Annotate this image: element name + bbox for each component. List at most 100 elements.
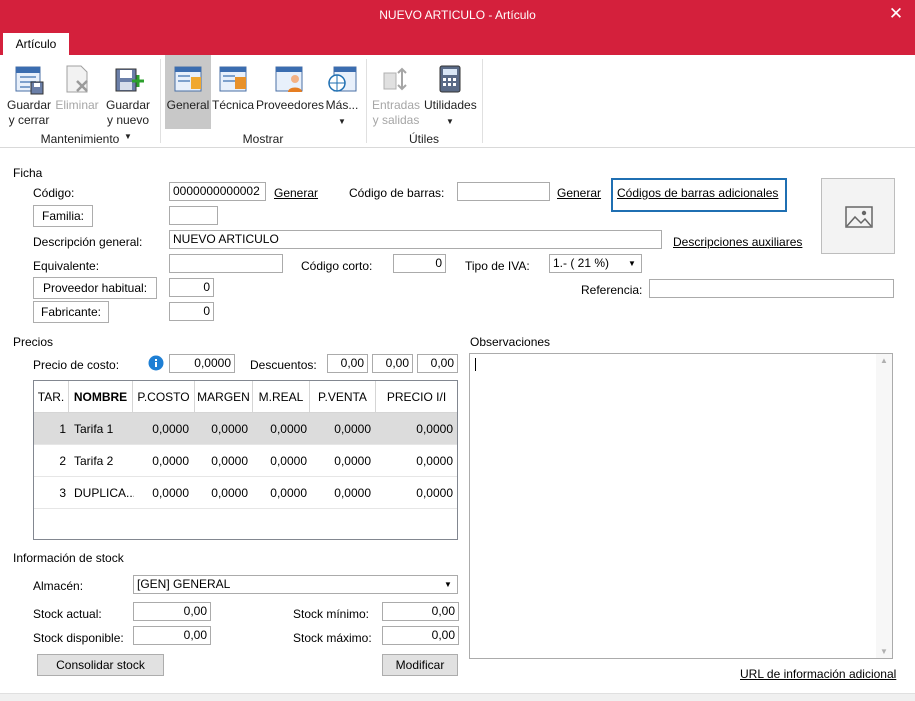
proveedor-input[interactable]: 0 [169, 278, 214, 297]
group-label-mostrar: Mostrar [242, 132, 284, 146]
cell-pventa: 0,0000 [334, 454, 371, 468]
descuento-2-input[interactable]: 0,00 [372, 354, 413, 373]
descripciones-auxiliares-link[interactable]: Descripciones auxiliares [673, 235, 802, 249]
codigo-barras-label: Código de barras: [349, 186, 445, 200]
fabricante-input[interactable]: 0 [169, 302, 214, 321]
save-close-label-1: Guardar [6, 98, 52, 112]
stock-actual-input[interactable]: 0,00 [133, 602, 211, 621]
stock-disponible-input[interactable]: 0,00 [133, 626, 211, 645]
section-stock: Información de stock [13, 551, 124, 565]
text-caret [475, 358, 476, 371]
descuento-1-input[interactable]: 0,00 [327, 354, 368, 373]
save-new-label-2: y nuevo [106, 113, 150, 127]
group-separator [160, 59, 161, 143]
column-header-precio-ii[interactable]: PRECIO I/I [376, 381, 457, 413]
chevron-down-icon: ▼ [446, 117, 454, 126]
column-header-tar[interactable]: TAR. [34, 381, 69, 413]
referencia-input[interactable] [649, 279, 894, 298]
cell-pcosto: 0,0000 [152, 454, 189, 468]
suppliers-label: Proveedores [256, 98, 325, 112]
in-out-button[interactable]: Entradas y salidas [370, 55, 422, 128]
table-row[interactable]: 1 Tarifa 1 0,0000 0,0000 0,0000 0,0000 0… [34, 413, 457, 445]
save-new-icon [115, 68, 144, 92]
save-close-button[interactable]: Guardar y cerrar [6, 55, 52, 128]
cell-nombre: DUPLICA... [74, 486, 134, 500]
descuento-3-input[interactable]: 0,00 [417, 354, 458, 373]
stock-maximo-input[interactable]: 0,00 [382, 626, 459, 645]
suppliers-button[interactable]: Proveedores [256, 55, 325, 113]
table-header: TAR. NOMBRE P.COSTO MARGEN M.REAL P.VENT… [34, 381, 457, 413]
tipo-iva-select[interactable]: 1.- ( 21 %) ▼ [549, 254, 642, 273]
save-close-label-2: y cerrar [8, 113, 50, 127]
utilities-label: Utilidades [424, 98, 477, 112]
descripcion-input[interactable]: NUEVO ARTICULO [169, 230, 662, 249]
chevron-down-icon[interactable]: ▼ [625, 255, 639, 272]
more-label: Más... [325, 98, 359, 112]
generar-barras-link[interactable]: Generar [557, 186, 601, 200]
more-button[interactable]: Más... ▼ [324, 55, 360, 129]
scroll-down-icon[interactable]: ▼ [876, 647, 892, 656]
chevron-down-icon[interactable]: ▼ [441, 576, 455, 593]
group-separator [482, 59, 483, 143]
scroll-up-icon[interactable]: ▲ [876, 356, 892, 365]
image-icon [845, 206, 873, 228]
cell-nombre: Tarifa 2 [74, 454, 114, 468]
group-label-mantenimiento: Mantenimiento [40, 132, 120, 146]
generar-codigo-link[interactable]: Generar [274, 186, 318, 200]
delete-button[interactable]: Eliminar [54, 55, 100, 113]
article-photo[interactable] [821, 178, 895, 254]
column-header-margen[interactable]: MARGEN [195, 381, 253, 413]
stock-minimo-input[interactable]: 0,00 [382, 602, 459, 621]
column-header-pventa[interactable]: P.VENTA [310, 381, 376, 413]
table-row[interactable]: 3 DUPLICA... 0,0000 0,0000 0,0000 0,0000… [34, 477, 457, 509]
column-header-mreal[interactable]: M.REAL [253, 381, 310, 413]
window-footer [0, 693, 915, 701]
close-icon[interactable]: ✕ [885, 4, 907, 26]
column-header-pcosto[interactable]: P.COSTO [133, 381, 195, 413]
scrollbar[interactable]: ▲ ▼ [876, 354, 892, 658]
codigo-barras-input[interactable] [457, 182, 550, 201]
observaciones-textarea[interactable]: ▲ ▼ [469, 353, 893, 659]
proveedor-habitual-button[interactable]: Proveedor habitual: [33, 277, 157, 299]
almacen-select[interactable]: [GEN] GENERAL ▼ [133, 575, 458, 594]
section-observaciones: Observaciones [470, 335, 551, 349]
cell-pcosto: 0,0000 [152, 422, 189, 436]
cell-tar: 2 [59, 454, 66, 468]
cell-precio-ii: 0,0000 [416, 422, 453, 436]
column-header-nombre[interactable]: NOMBRE [69, 381, 133, 413]
technical-button[interactable]: Técnica [212, 55, 254, 113]
tarifas-table[interactable]: TAR. NOMBRE P.COSTO MARGEN M.REAL P.VENT… [33, 380, 458, 540]
window-title: NUEVO ARTICULO - Artículo [379, 8, 536, 22]
in-out-icon [383, 67, 407, 91]
table-row[interactable]: 2 Tarifa 2 0,0000 0,0000 0,0000 0,0000 0… [34, 445, 457, 477]
general-button[interactable]: General [165, 55, 211, 129]
suppliers-icon [275, 66, 303, 92]
equivalente-input[interactable] [169, 254, 283, 273]
cell-precio-ii: 0,0000 [416, 486, 453, 500]
consolidar-stock-button[interactable]: Consolidar stock [37, 654, 164, 676]
technical-form-icon [219, 66, 247, 92]
url-info-link[interactable]: URL de información adicional [740, 667, 896, 681]
fabricante-button[interactable]: Fabricante: [33, 301, 109, 323]
modificar-button[interactable]: Modificar [382, 654, 458, 676]
more-icon [328, 66, 357, 92]
tab-articulo[interactable]: Artículo [3, 33, 69, 56]
codigo-corto-input[interactable]: 0 [393, 254, 446, 273]
delete-label: Eliminar [55, 98, 99, 112]
familia-button[interactable]: Familia: [33, 205, 93, 227]
cell-margen: 0,0000 [211, 422, 248, 436]
save-new-button[interactable]: Guardar y nuevo ▼ [102, 55, 154, 144]
utilities-button[interactable]: Utilidades ▼ [424, 55, 477, 129]
familia-input[interactable] [169, 206, 218, 225]
descuentos-label: Descuentos: [250, 358, 317, 372]
codigos-adicionales-link[interactable]: Códigos de barras adicionales [617, 186, 778, 200]
cell-mreal: 0,0000 [270, 486, 307, 500]
ribbon-tab-strip: Artículo [0, 30, 915, 56]
chevron-down-icon: ▼ [338, 117, 346, 126]
codigo-input[interactable]: 0000000000002 [169, 182, 266, 201]
referencia-label: Referencia: [581, 283, 643, 297]
title-bar: NUEVO ARTICULO - Artículo ✕ [0, 0, 915, 30]
equivalente-label: Equivalente: [33, 259, 100, 273]
precio-costo-input[interactable]: 0,0000 [169, 354, 235, 373]
info-icon[interactable] [148, 355, 164, 371]
